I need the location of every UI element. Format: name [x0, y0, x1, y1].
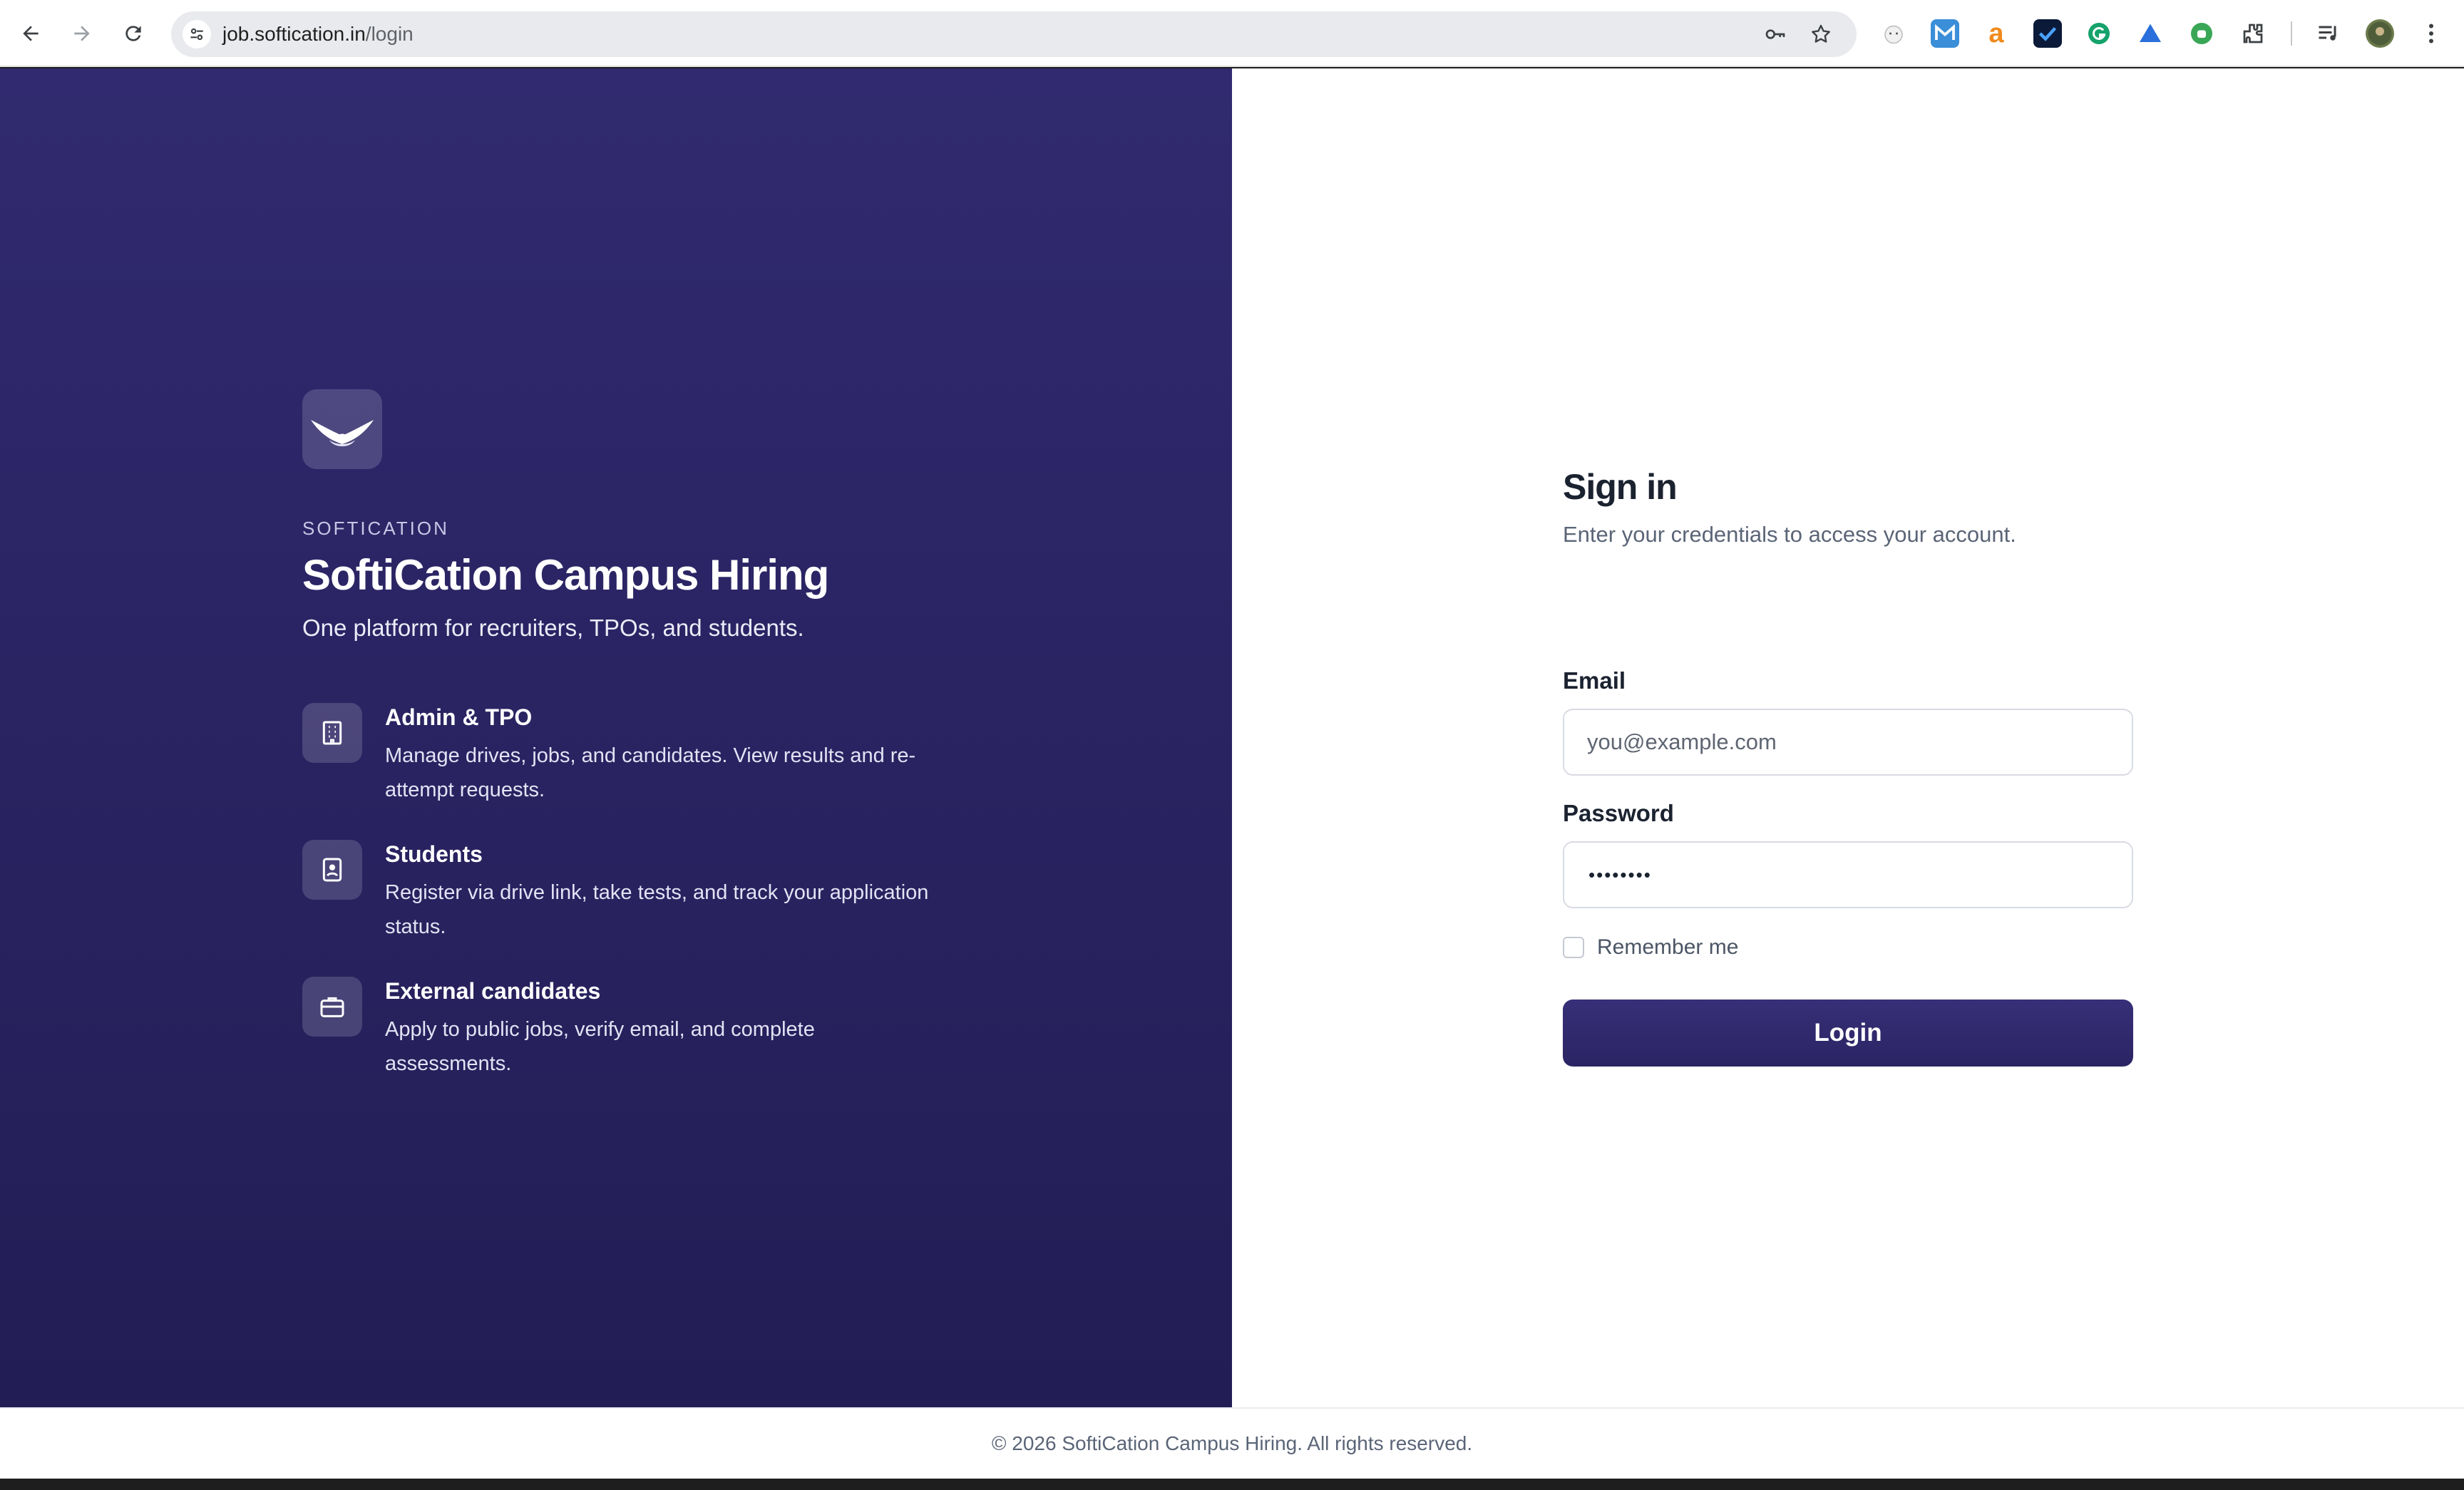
url-path: /login: [365, 23, 414, 45]
profile-avatar-icon[interactable]: [2366, 19, 2394, 48]
password-key-button[interactable]: [1761, 20, 1790, 48]
bookmark-button[interactable]: [1807, 20, 1835, 48]
drive-extension-icon[interactable]: [2136, 19, 2165, 48]
arrow-right-icon: [74, 26, 90, 41]
login-page: SOFTICATION SoftiCation Campus Hiring On…: [0, 68, 2464, 1407]
email-label: Email: [1563, 667, 1626, 694]
brand-eyebrow: SOFTICATION: [302, 518, 449, 539]
feature-title: Students: [385, 841, 483, 867]
remember-me-checkbox[interactable]: [1563, 937, 1584, 958]
puzzle-extensions-icon[interactable]: [2239, 19, 2267, 48]
site-info-button[interactable]: [183, 20, 211, 48]
page-footer: © 2026 SoftiCation Campus Hiring. All ri…: [0, 1407, 2464, 1479]
building-icon: [302, 703, 362, 763]
cat-extension-icon[interactable]: [1879, 19, 1908, 48]
forward-button[interactable]: [64, 16, 100, 51]
signin-title: Sign in: [1563, 467, 1678, 507]
key-icon: [1765, 29, 1785, 39]
reload-icon: [125, 26, 141, 41]
feature-description: Register via drive link, take tests, and…: [385, 881, 929, 938]
tune-icon: [190, 28, 203, 41]
feature-description: Manage drives, jobs, and candidates. Vie…: [385, 744, 916, 801]
back-button[interactable]: [13, 16, 48, 51]
email-field[interactable]: [1563, 709, 2133, 776]
signin-subtitle: Enter your credentials to access your ac…: [1563, 522, 2016, 547]
password-field[interactable]: ••••••••: [1563, 841, 2133, 908]
password-value: ••••••••: [1588, 864, 1652, 885]
brand-logo: [302, 389, 382, 469]
login-button[interactable]: Login: [1563, 1000, 2133, 1067]
remember-me: Remember me: [1563, 935, 1738, 960]
browser-toolbar: job.softication.in/login a: [0, 0, 2464, 67]
feature-description: Apply to public jobs, verify email, and …: [385, 1018, 815, 1075]
star-icon: [1812, 24, 1830, 43]
password-label: Password: [1563, 800, 1674, 826]
url-host: job.softication.in: [222, 23, 366, 45]
address-bar[interactable]: job.softication.in/login: [171, 11, 1857, 57]
window-bottom-edge: [0, 1479, 2464, 1490]
android-extension-icon[interactable]: [2187, 19, 2216, 48]
brand-subtitle: One platform for recruiters, TPOs, and s…: [302, 615, 804, 641]
feature-title: Admin & TPO: [385, 704, 533, 730]
checkmark-extension-icon[interactable]: [2033, 19, 2062, 48]
id-badge-icon: [302, 840, 362, 900]
feature-title: External candidates: [385, 978, 601, 1004]
url-text[interactable]: job.softication.in/login: [222, 21, 414, 47]
grammarly-extension-icon[interactable]: [2085, 19, 2113, 48]
arrow-left-icon: [23, 26, 38, 41]
eagle-logo-icon: [311, 420, 374, 446]
brand-title: SoftiCation Campus Hiring: [302, 551, 829, 599]
toolbar-divider: [2291, 21, 2292, 46]
reload-button[interactable]: [115, 16, 151, 51]
remember-me-label[interactable]: Remember me: [1597, 935, 1738, 960]
media-controls-icon[interactable]: [2314, 19, 2343, 48]
menu-dots-icon[interactable]: [2417, 19, 2445, 48]
footer-copyright: © 2026 SoftiCation Campus Hiring. All ri…: [991, 1432, 1473, 1454]
brand-panel: SOFTICATION SoftiCation Campus Hiring On…: [0, 68, 1232, 1407]
m-extension-icon[interactable]: [1931, 19, 1959, 48]
amazon-extension-icon[interactable]: a: [1982, 19, 2011, 48]
briefcase-icon: [302, 977, 362, 1037]
